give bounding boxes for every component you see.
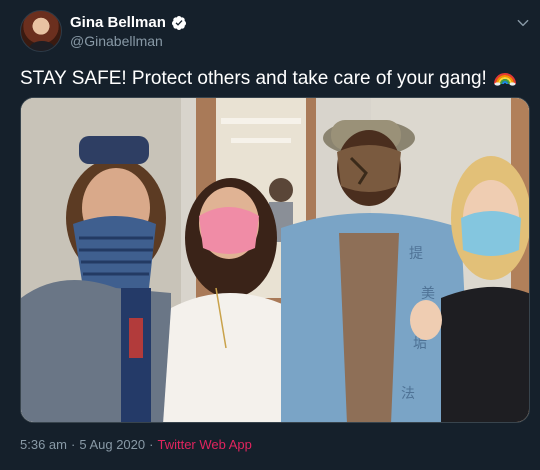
chevron-down-icon[interactable] <box>512 12 534 34</box>
rainbow-emoji-icon <box>494 73 517 86</box>
tweet-meta: 5:36 am · 5 Aug 2020 · Twitter Web App <box>20 437 252 452</box>
author-name[interactable]: Gina Bellman <box>70 14 166 31</box>
svg-text:美: 美 <box>421 286 435 302</box>
verified-badge-icon <box>171 15 186 30</box>
tweet-text-body: STAY SAFE! Protect others and take care … <box>20 68 487 89</box>
meta-separator-2: · <box>149 437 154 452</box>
svg-text:法: 法 <box>401 386 415 402</box>
tweet-time[interactable]: 5:36 am <box>20 437 67 452</box>
tweet-card: Gina Bellman @Ginabellman STAY SAFE! Pro… <box>0 0 540 470</box>
tweet-date[interactable]: 5 Aug 2020 <box>79 437 145 452</box>
tweet-source-link[interactable]: Twitter Web App <box>157 437 251 452</box>
svg-text:提: 提 <box>409 246 423 262</box>
author-handle[interactable]: @Ginabellman <box>70 33 163 49</box>
tweet-photo[interactable]: 提 美 垢 法 <box>20 97 530 423</box>
tweet-text: STAY SAFE! Protect others and take care … <box>20 66 525 91</box>
author-avatar[interactable] <box>20 10 62 52</box>
group-photo-illustration: 提 美 垢 法 <box>21 98 529 422</box>
avatar-shirt <box>29 41 55 51</box>
meta-separator: · <box>70 437 76 452</box>
author-name-row: Gina Bellman <box>70 14 187 31</box>
